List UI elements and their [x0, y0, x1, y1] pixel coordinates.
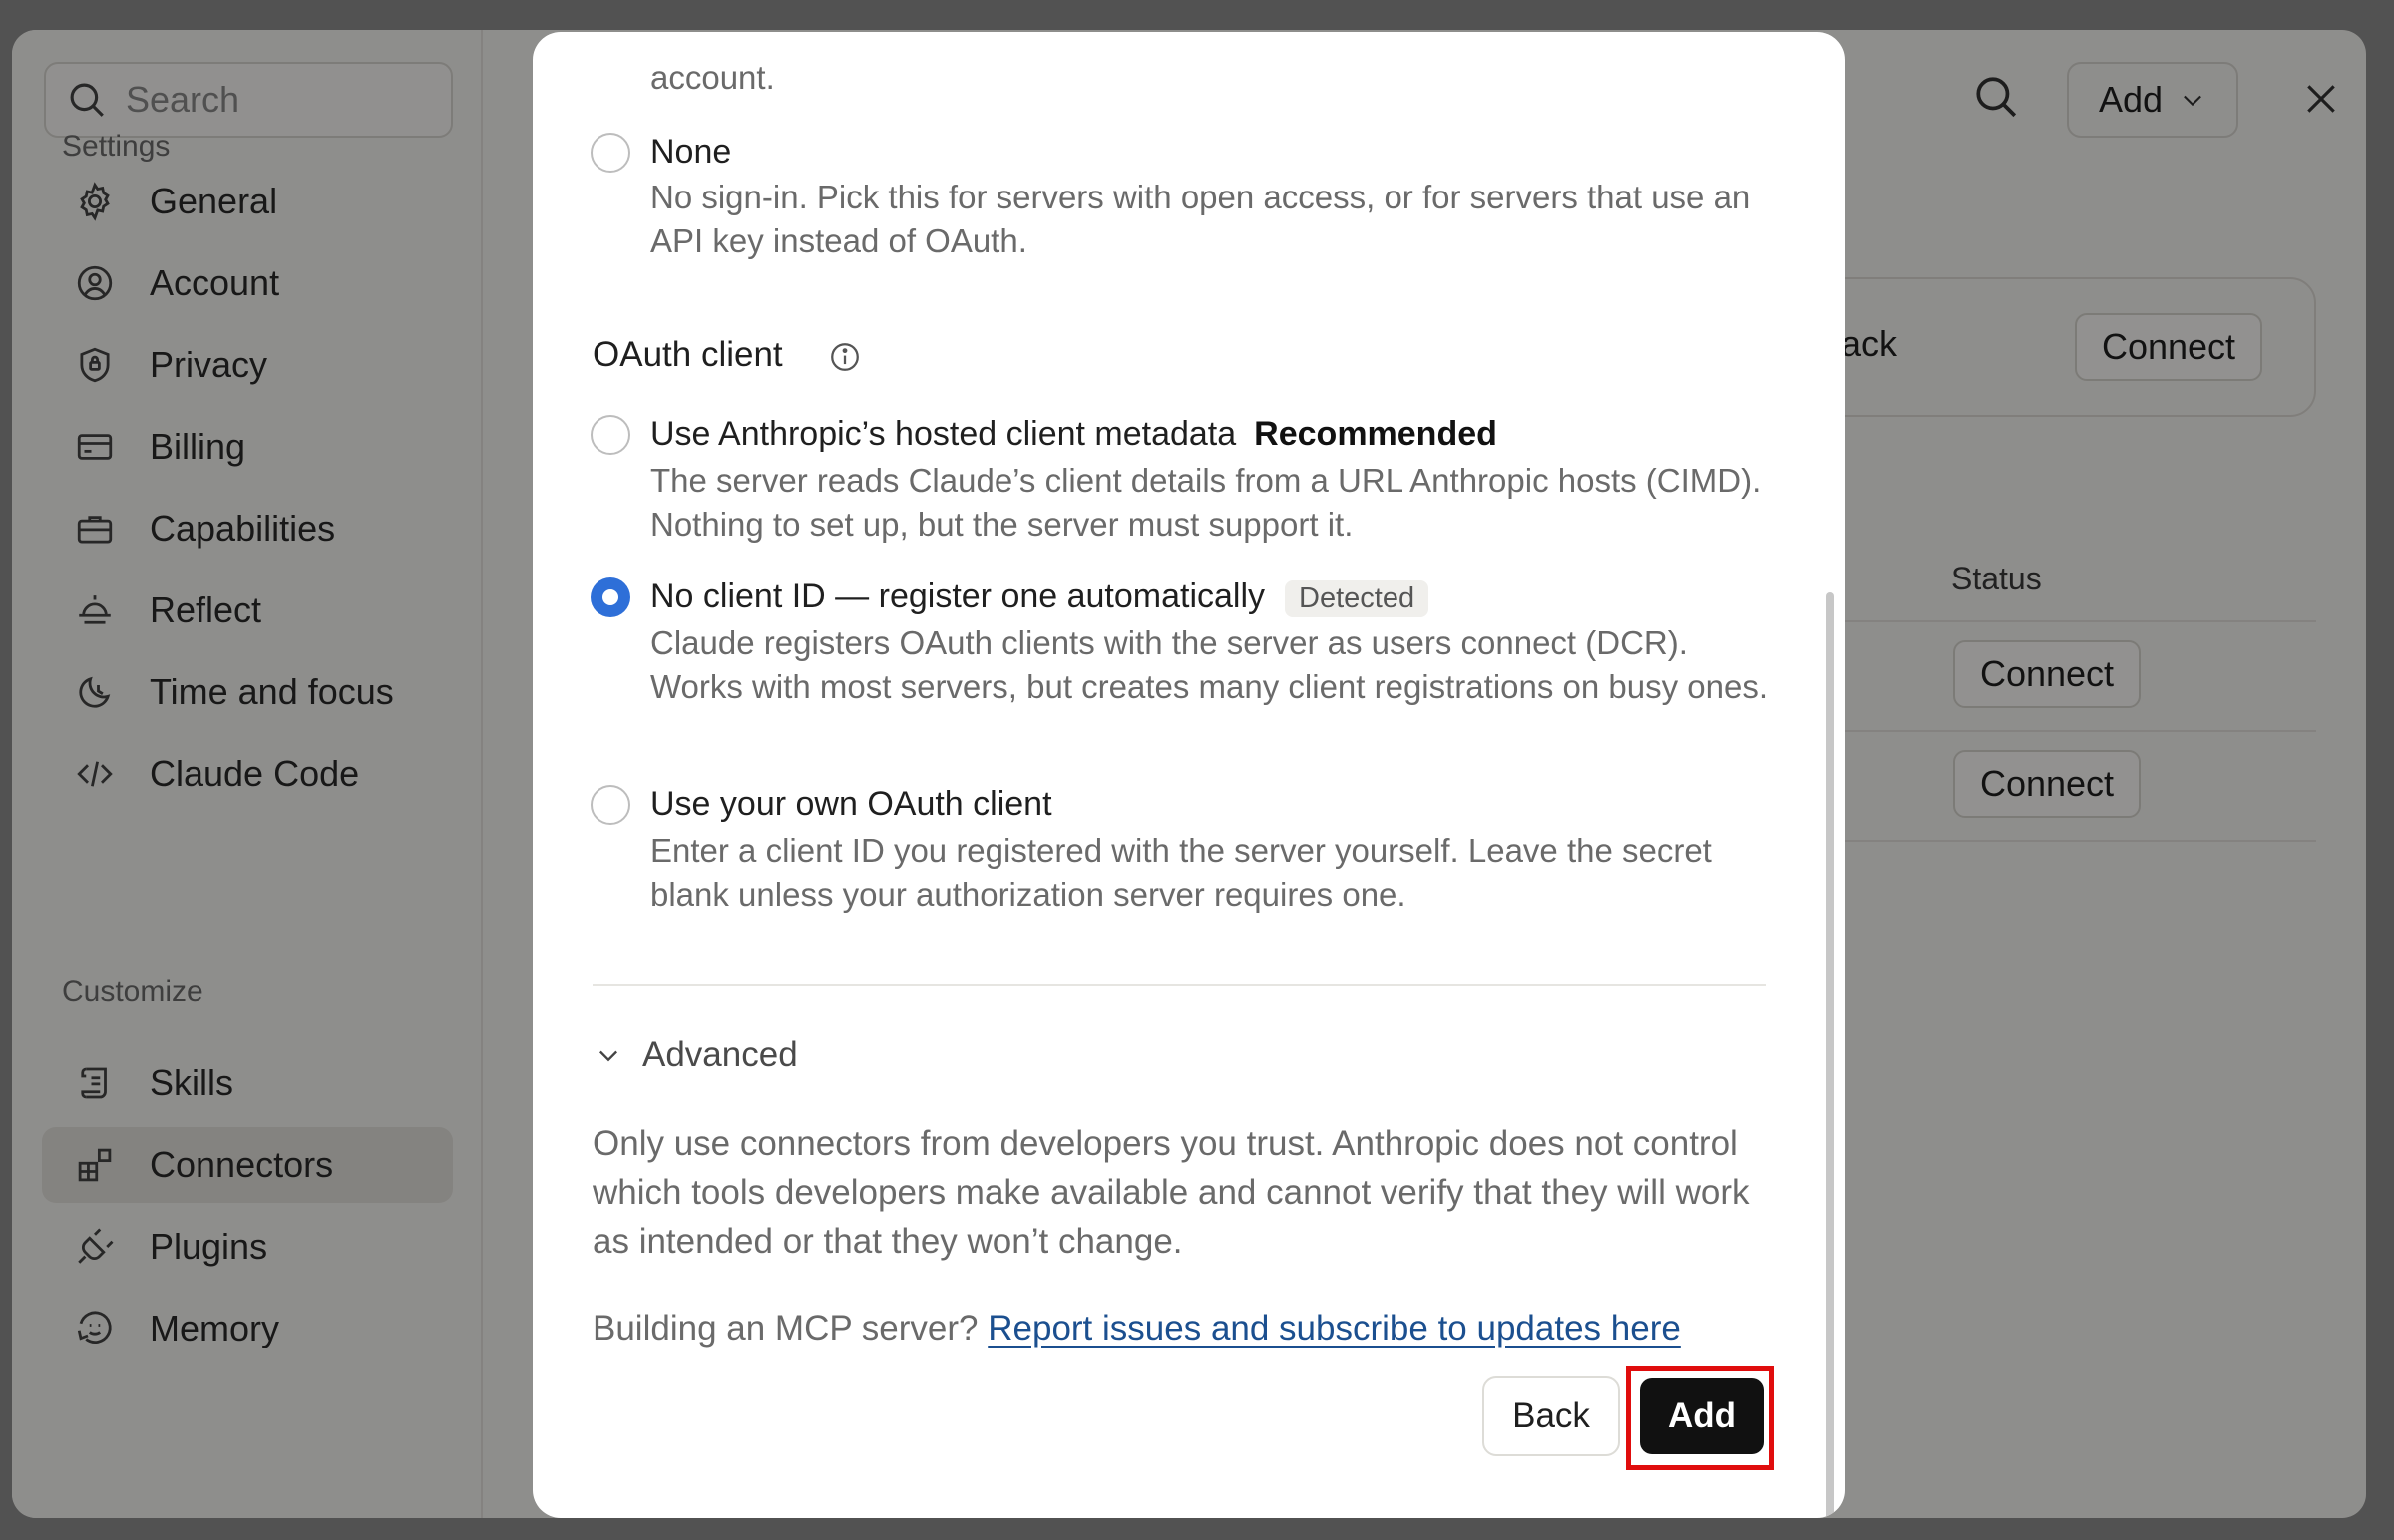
- option-title-own-client: Use your own OAuth client: [650, 785, 1052, 823]
- trust-warning: Only use connectors from developers you …: [593, 1124, 1750, 1261]
- mcp-server-note: Building an MCP server? Report issues an…: [593, 1309, 1681, 1348]
- report-issues-link[interactable]: Report issues and subscribe to updates h…: [988, 1309, 1681, 1348]
- info-icon[interactable]: [828, 340, 862, 374]
- detected-badge: Detected: [1285, 579, 1429, 617]
- option-title-text: No client ID — register one automaticall…: [650, 578, 1266, 615]
- scrollbar[interactable]: [1826, 592, 1834, 1518]
- option-title-text: Use Anthropic’s hosted client metadata: [650, 415, 1237, 453]
- chevron-down-icon: [599, 1050, 617, 1062]
- add-connector-dialog: account. None No sign-in. Pick this for …: [533, 32, 1845, 1518]
- option-desc-hosted: The server reads Claude’s client details…: [650, 462, 1762, 543]
- radio-own-oauth-client[interactable]: [591, 785, 630, 825]
- clipped-option-description: account.: [650, 59, 775, 96]
- option-title-hosted: Use Anthropic’s hosted client metadata Re…: [650, 415, 1497, 454]
- oauth-client-section-title: OAuth client: [593, 335, 783, 374]
- add-button[interactable]: Add: [1640, 1378, 1764, 1454]
- radio-none[interactable]: [591, 133, 630, 173]
- option-desc-no-client-id: Claude registers OAuth clients with the …: [650, 624, 1769, 705]
- radio-no-client-id[interactable]: [591, 578, 630, 617]
- option-desc-own-client: Enter a client ID you registered with th…: [650, 832, 1712, 913]
- divider: [593, 984, 1766, 986]
- option-desc-none: No sign-in. Pick this for servers with o…: [650, 179, 1751, 259]
- advanced-toggle[interactable]: Advanced: [595, 1035, 798, 1075]
- option-title-no-client-id: No client ID — register one automaticall…: [650, 578, 1429, 617]
- option-title-none: None: [650, 133, 732, 171]
- advanced-label: Advanced: [642, 1035, 798, 1074]
- recommended-badge: Recommended: [1254, 415, 1497, 453]
- mcp-prefix: Building an MCP server?: [593, 1309, 979, 1348]
- radio-hosted-client-metadata[interactable]: [591, 415, 630, 455]
- back-button[interactable]: Back: [1482, 1376, 1620, 1456]
